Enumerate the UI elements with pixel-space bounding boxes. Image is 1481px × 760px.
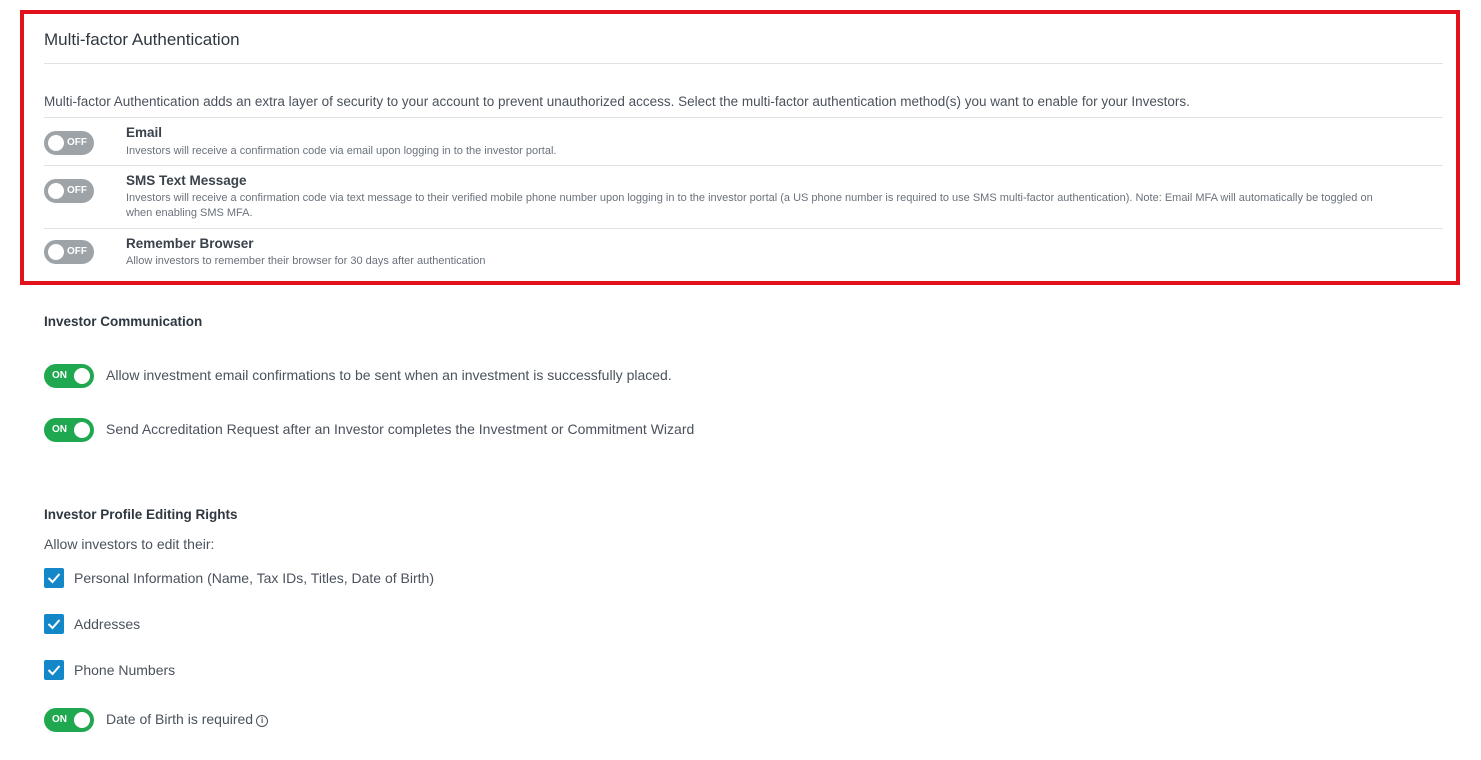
mfa-title: Multi-factor Authentication xyxy=(44,30,240,49)
toggle-state: OFF xyxy=(67,246,87,257)
option-description: Investors will receive a confirmation co… xyxy=(126,145,557,157)
sms-mfa-toggle[interactable]: OFF xyxy=(44,179,94,203)
email-confirmation-toggle[interactable]: ON xyxy=(44,364,94,388)
check-icon xyxy=(47,619,61,630)
phone-numbers-checkbox[interactable] xyxy=(44,660,64,680)
toggle-knob xyxy=(74,422,90,438)
personal-info-checkbox[interactable] xyxy=(44,568,64,588)
option-description: Investors will receive a confirmation co… xyxy=(126,192,1373,219)
dob-required-label: Date of Birth is required xyxy=(106,711,254,727)
addresses-label: Addresses xyxy=(74,616,141,632)
mfa-section: Multi-factor Authentication Multi-factor… xyxy=(20,10,1460,285)
dob-required-toggle[interactable]: ON xyxy=(44,708,94,732)
divider xyxy=(44,228,1443,229)
toggle-state: OFF xyxy=(67,137,87,148)
remember-browser-toggle[interactable]: OFF xyxy=(44,240,94,264)
profile-editing-title: Investor Profile Editing Rights xyxy=(44,507,238,522)
info-icon[interactable]: i xyxy=(256,715,269,727)
divider xyxy=(44,63,1443,64)
toggle-knob xyxy=(74,712,90,728)
dob-required-row: Date of Birth is required i xyxy=(106,711,269,727)
option-title: SMS Text Message xyxy=(126,173,247,188)
email-mfa-toggle[interactable]: OFF xyxy=(44,131,94,155)
accreditation-request-toggle[interactable]: ON xyxy=(44,418,94,442)
phone-numbers-label: Phone Numbers xyxy=(74,662,176,678)
divider xyxy=(44,165,1443,166)
option-title: Email xyxy=(126,125,163,140)
toggle-state: ON xyxy=(52,370,67,381)
toggle-state: ON xyxy=(52,424,67,435)
option-title: Remember Browser xyxy=(126,236,254,251)
option-description: Allow investors to remember their browse… xyxy=(126,255,486,267)
toggle-knob xyxy=(48,244,64,260)
addresses-checkbox[interactable] xyxy=(44,614,64,634)
check-icon xyxy=(47,573,61,584)
toggle-knob xyxy=(74,368,90,384)
divider xyxy=(44,117,1443,118)
investor-communication-title: Investor Communication xyxy=(44,314,203,329)
toggle-state: OFF xyxy=(67,185,87,196)
mfa-description: Multi-factor Authentication adds an extr… xyxy=(44,94,1190,109)
toggle-knob xyxy=(48,135,64,151)
toggle-state: ON xyxy=(52,714,67,725)
personal-info-label: Personal Information (Name, Tax IDs, Tit… xyxy=(74,570,434,586)
toggle-knob xyxy=(48,183,64,199)
accreditation-request-label: Send Accreditation Request after an Inve… xyxy=(106,421,695,437)
email-confirmation-label: Allow investment email confirmations to … xyxy=(106,367,672,383)
check-icon xyxy=(47,665,61,676)
profile-editing-intro: Allow investors to edit their: xyxy=(44,536,215,552)
